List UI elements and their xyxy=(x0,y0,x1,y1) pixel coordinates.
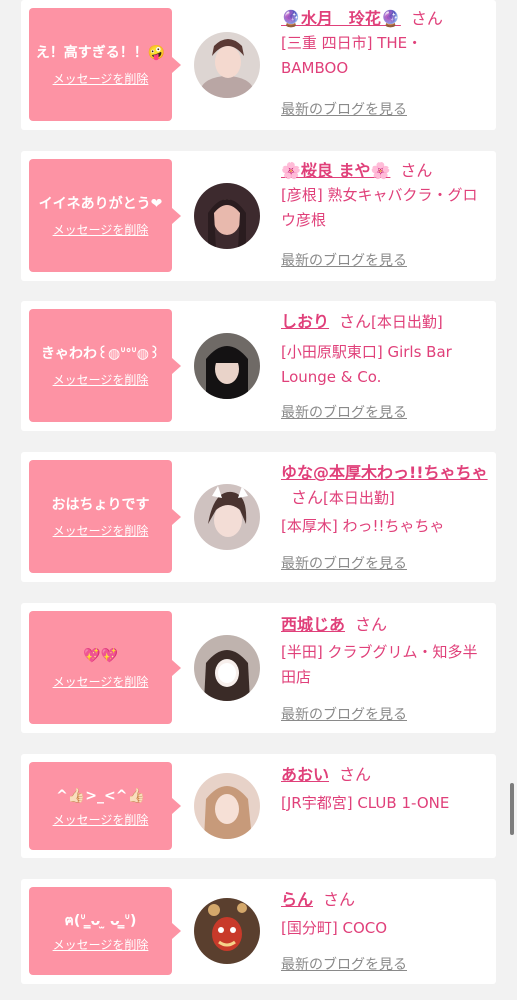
avatar[interactable] xyxy=(194,484,260,550)
message-text: イイネありがとう❤ xyxy=(38,196,163,212)
message-bubble: 💖💖 メッセージを削除 xyxy=(29,611,181,724)
avatar[interactable] xyxy=(194,635,260,701)
delete-message-link[interactable]: メッセージを削除 xyxy=(53,936,149,953)
shop-name: [三重 四日市] THE・BAMBOO xyxy=(281,34,423,77)
delete-message-link[interactable]: メッセージを削除 xyxy=(53,673,149,690)
status-label: [本日出勤] xyxy=(371,313,443,331)
message-card: ฅ(ᐡ ̳ᴗ ̫ ᴗ ̳ᐡ) メッセージを削除 らん さん [国分町] COCO … xyxy=(21,879,496,984)
message-text: 💖💖 xyxy=(83,648,118,664)
avatar[interactable] xyxy=(194,898,260,964)
honorific-label: さん xyxy=(339,312,372,331)
cast-info: 西城じあ さん [半田] クラブグリム・知多半田店 xyxy=(281,612,489,690)
cast-name-link[interactable]: 🌸桜良 まや🌸 xyxy=(281,161,390,180)
message-card: きゃわわ꒰◍ᐡᐤᐡ◍꒱ メッセージを削除 しおり さん[本日出勤] [小田原駅東口… xyxy=(21,301,496,431)
latest-blog-link[interactable]: 最新のブログを見る xyxy=(281,402,407,422)
message-card: ^👍🏻>_<^👍🏻 メッセージを削除 あおい さん [JR宇都宮] CLUB 1-… xyxy=(21,754,496,858)
avatar[interactable] xyxy=(194,333,260,399)
latest-blog-link[interactable]: 最新のブログを見る xyxy=(281,99,407,119)
message-card: 💖💖 メッセージを削除 西城じあ さん [半田] クラブグリム・知多半田店 最新の… xyxy=(21,603,496,733)
message-card: おはちょりです メッセージを削除 ゆな@本厚木わっ!!ちゃちゃさん[本日出勤] … xyxy=(21,452,496,582)
message-card: イイネありがとう❤ メッセージを削除 🌸桜良 まや🌸 さん [彦根] 熟女キャバク… xyxy=(21,151,496,281)
shop-name: [JR宇都宮] CLUB 1-ONE xyxy=(281,794,450,812)
shop-name: [国分町] COCO xyxy=(281,919,388,937)
shop-name: [本厚木] わっ!!ちゃちゃ xyxy=(281,517,445,535)
shop-name: [彦根] 熟女キャバクラ・グロウ彦根 xyxy=(281,186,478,229)
delete-message-link[interactable]: メッセージを削除 xyxy=(53,70,149,87)
cast-info: 🌸桜良 まや🌸 さん [彦根] 熟女キャバクラ・グロウ彦根 xyxy=(281,158,489,233)
honorific-label: さん xyxy=(291,488,324,507)
scrollbar[interactable] xyxy=(510,783,514,835)
message-bubble: おはちょりです メッセージを削除 xyxy=(29,460,181,573)
cast-name-link[interactable]: ゆな@本厚木わっ!!ちゃちゃ xyxy=(281,463,488,482)
avatar[interactable] xyxy=(194,183,260,249)
shop-name: [半田] クラブグリム・知多半田店 xyxy=(281,643,478,686)
delete-message-link[interactable]: メッセージを削除 xyxy=(53,221,149,238)
cast-name-link[interactable]: らん xyxy=(281,890,313,909)
avatar[interactable] xyxy=(194,773,260,839)
cast-name-link[interactable]: あおい xyxy=(281,765,329,784)
message-card: え！高すぎる！！🤪 メッセージを削除 🔮水月 玲花🔮 さん [三重 四日市] TH… xyxy=(21,0,496,130)
message-bubble: え！高すぎる！！🤪 メッセージを削除 xyxy=(29,8,181,121)
message-bubble: ^👍🏻>_<^👍🏻 メッセージを削除 xyxy=(29,762,181,850)
cast-info: ゆな@本厚木わっ!!ちゃちゃさん[本日出勤] [本厚木] わっ!!ちゃちゃ xyxy=(281,460,489,539)
status-label: [本日出勤] xyxy=(323,489,395,507)
message-bubble: きゃわわ꒰◍ᐡᐤᐡ◍꒱ メッセージを削除 xyxy=(29,309,181,422)
cast-name-link[interactable]: 🔮水月 玲花🔮 xyxy=(281,9,401,28)
honorific-label: さん xyxy=(355,615,388,634)
message-text: おはちょりです xyxy=(51,497,150,513)
latest-blog-link[interactable]: 最新のブログを見る xyxy=(281,553,407,573)
message-bubble: イイネありがとう❤ メッセージを削除 xyxy=(29,159,181,272)
latest-blog-link[interactable]: 最新のブログを見る xyxy=(281,954,407,974)
delete-message-link[interactable]: メッセージを削除 xyxy=(53,371,149,388)
avatar[interactable] xyxy=(194,32,260,98)
message-bubble: ฅ(ᐡ ̳ᴗ ̫ ᴗ ̳ᐡ) メッセージを削除 xyxy=(29,887,181,975)
latest-blog-link[interactable]: 最新のブログを見る xyxy=(281,704,407,724)
honorific-label: さん xyxy=(400,161,433,180)
honorific-label: さん xyxy=(410,9,443,28)
cast-name-link[interactable]: 西城じあ xyxy=(281,615,345,634)
message-text: え！高すぎる！！🤪 xyxy=(35,45,166,61)
delete-message-link[interactable]: メッセージを削除 xyxy=(53,522,149,539)
latest-blog-link[interactable]: 最新のブログを見る xyxy=(281,250,407,270)
message-text: ^👍🏻>_<^👍🏻 xyxy=(56,787,145,804)
message-text: ฅ(ᐡ ̳ᴗ ̫ ᴗ ̳ᐡ) xyxy=(64,912,137,929)
cast-info: しおり さん[本日出勤] [小田原駅東口] Girls Bar Lounge & … xyxy=(281,309,489,390)
cast-info: 🔮水月 玲花🔮 さん [三重 四日市] THE・BAMBOO xyxy=(281,6,489,81)
cast-info: らん さん [国分町] COCO xyxy=(281,887,489,941)
message-text: きゃわわ꒰◍ᐡᐤᐡ◍꒱ xyxy=(41,346,160,362)
honorific-label: さん xyxy=(323,890,356,909)
delete-message-link[interactable]: メッセージを削除 xyxy=(53,811,149,828)
honorific-label: さん xyxy=(339,765,372,784)
cast-info: あおい さん [JR宇都宮] CLUB 1-ONE xyxy=(281,762,489,816)
cast-name-link[interactable]: しおり xyxy=(281,312,329,331)
shop-name: [小田原駅東口] Girls Bar Lounge & Co. xyxy=(281,343,452,386)
